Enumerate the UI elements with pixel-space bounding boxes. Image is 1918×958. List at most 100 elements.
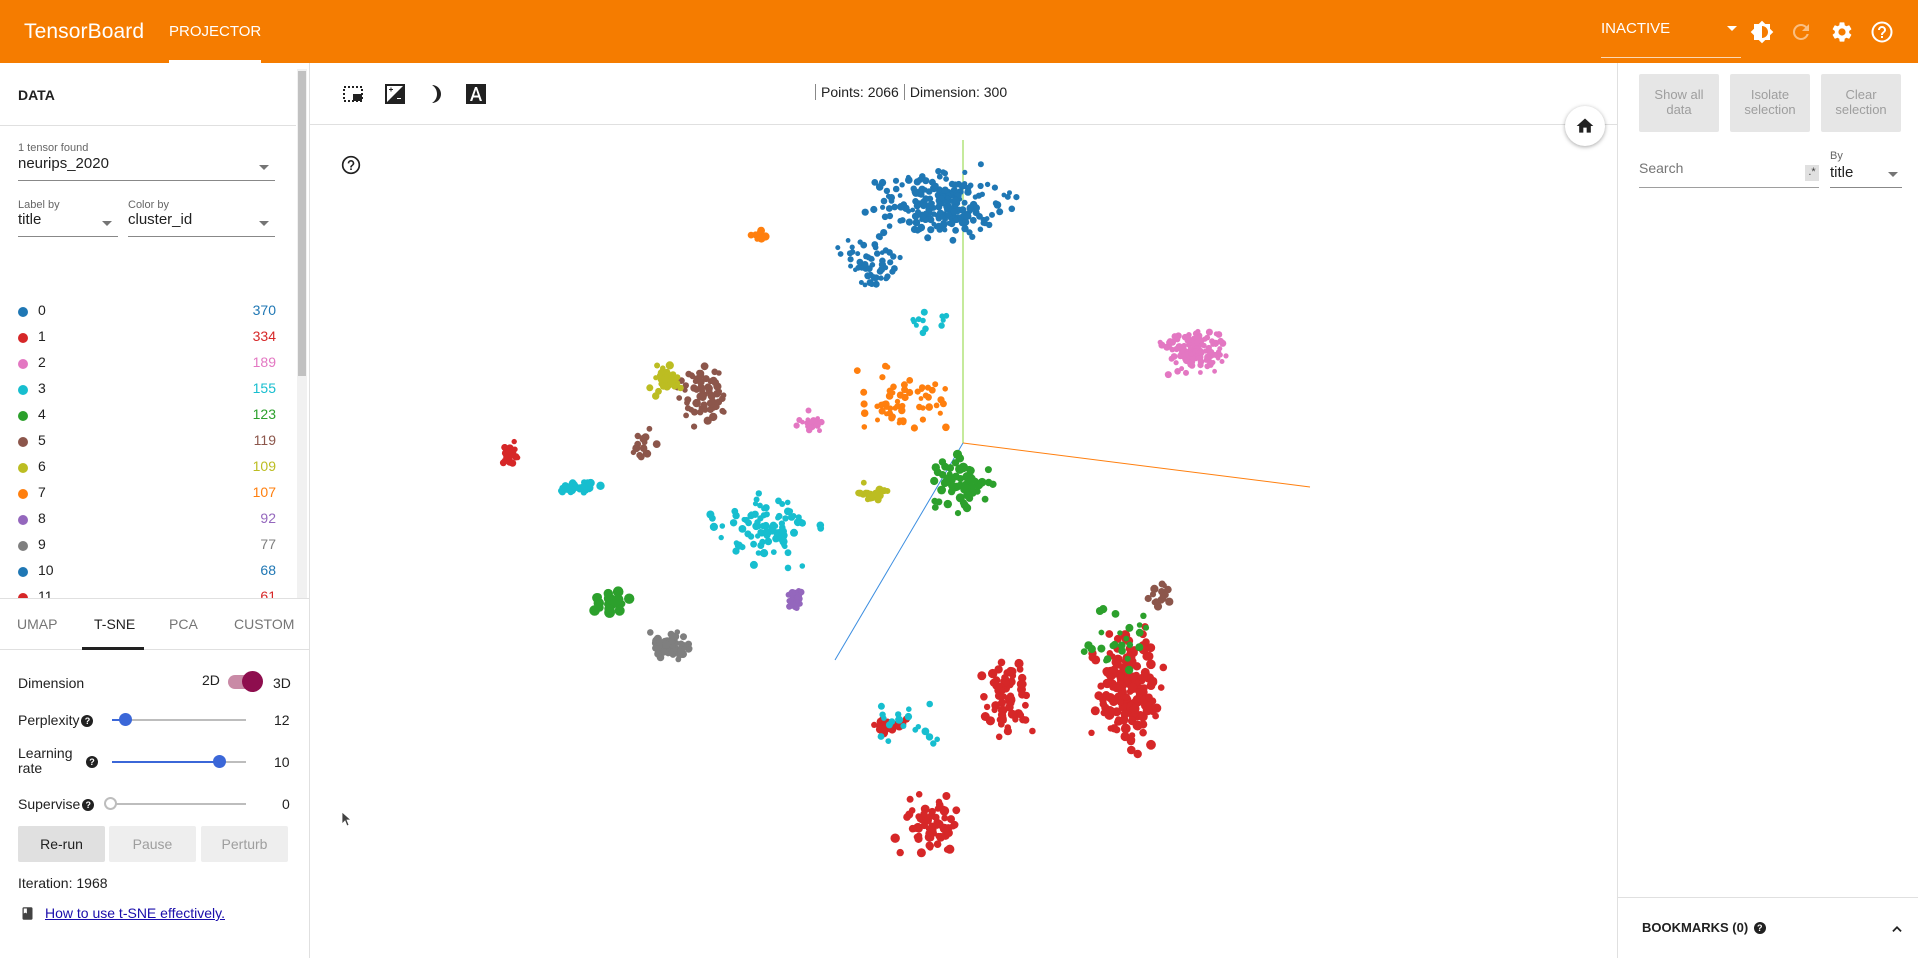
- embedding-point[interactable]: [935, 832, 942, 840]
- embedding-point[interactable]: [1157, 684, 1165, 691]
- embedding-point[interactable]: [906, 795, 914, 803]
- embedding-point[interactable]: [572, 481, 578, 488]
- embedding-point[interactable]: [861, 424, 868, 430]
- embedding-point[interactable]: [977, 671, 987, 681]
- embedding-point[interactable]: [1174, 336, 1181, 343]
- embedding-point[interactable]: [924, 234, 932, 242]
- embedding-point[interactable]: [511, 438, 517, 445]
- scrollbar-thumb[interactable]: [298, 71, 306, 376]
- embedding-point[interactable]: [914, 834, 923, 844]
- embedding-point[interactable]: [1144, 594, 1152, 603]
- embedding-point[interactable]: [763, 511, 770, 518]
- embedding-point[interactable]: [898, 406, 906, 415]
- embedding-point[interactable]: [1180, 349, 1185, 354]
- moon-icon[interactable]: [423, 82, 447, 106]
- embedding-point[interactable]: [962, 218, 970, 226]
- help-icon[interactable]: ?: [1753, 922, 1766, 934]
- embedding-point[interactable]: [933, 402, 940, 409]
- embedding-point[interactable]: [942, 792, 951, 800]
- embedding-point[interactable]: [941, 462, 949, 471]
- embedding-point[interactable]: [1173, 360, 1179, 366]
- embedding-point[interactable]: [966, 229, 973, 236]
- embedding-point[interactable]: [962, 212, 971, 220]
- embedding-point[interactable]: [1088, 653, 1097, 662]
- legend-item[interactable]: 7 107: [18, 481, 276, 507]
- embedding-point[interactable]: [892, 405, 898, 411]
- embedding-point[interactable]: [1204, 363, 1211, 370]
- embedding-point[interactable]: [935, 168, 942, 175]
- embedding-point[interactable]: [939, 214, 946, 220]
- embedding-point[interactable]: [1088, 729, 1095, 736]
- embedding-point[interactable]: [912, 198, 919, 205]
- embedding-point[interactable]: [1194, 339, 1200, 346]
- embedding-point[interactable]: [925, 188, 933, 195]
- embedding-point[interactable]: [775, 515, 781, 521]
- embedding-point[interactable]: [684, 399, 690, 406]
- embedding-point[interactable]: [896, 848, 904, 857]
- embedding-point[interactable]: [1100, 709, 1108, 717]
- embedding-point[interactable]: [753, 496, 760, 503]
- tensor-select[interactable]: neurips_2020: [18, 155, 275, 181]
- embedding-point[interactable]: [942, 227, 948, 233]
- embedding-point[interactable]: [1126, 641, 1134, 649]
- embedding-point[interactable]: [652, 440, 661, 448]
- embedding-point[interactable]: [1140, 667, 1150, 677]
- embedding-point[interactable]: [757, 226, 765, 235]
- embedding-point[interactable]: [646, 384, 654, 392]
- embedding-point[interactable]: [718, 534, 724, 541]
- embedding-point[interactable]: [657, 369, 665, 376]
- embedding-point[interactable]: [787, 513, 796, 521]
- legend-item[interactable]: 1 334: [18, 325, 276, 351]
- embedding-point[interactable]: [654, 650, 662, 658]
- bookmarks-section[interactable]: BOOKMARKS (0) ?: [1618, 897, 1918, 958]
- embedding-point[interactable]: [754, 519, 761, 526]
- embedding-point[interactable]: [1188, 352, 1194, 357]
- embedding-point[interactable]: [1098, 629, 1105, 636]
- search-input[interactable]: Search: [1639, 160, 1819, 188]
- embedding-point[interactable]: [782, 515, 789, 522]
- regex-toggle-icon[interactable]: .*: [1805, 165, 1819, 181]
- embedding-point[interactable]: [984, 181, 991, 188]
- embedding-point[interactable]: [1122, 694, 1130, 701]
- embedding-point[interactable]: [1198, 350, 1205, 356]
- embedding-point[interactable]: [897, 203, 905, 211]
- embedding-point[interactable]: [897, 193, 903, 198]
- embedding-point[interactable]: [784, 499, 791, 506]
- embedding-point[interactable]: [983, 703, 991, 711]
- embedding-point[interactable]: [915, 791, 923, 798]
- refresh-icon[interactable]: [1789, 20, 1813, 44]
- embedding-point[interactable]: [697, 369, 705, 377]
- embedding-point[interactable]: [847, 256, 854, 263]
- embedding-point[interactable]: [903, 813, 911, 821]
- embedding-point[interactable]: [860, 241, 868, 249]
- embedding-point[interactable]: [750, 540, 757, 548]
- embedding-point[interactable]: [945, 211, 952, 218]
- embedding-point[interactable]: [1080, 648, 1088, 655]
- embedding-point[interactable]: [806, 426, 813, 434]
- embedding-point[interactable]: [969, 216, 977, 224]
- embedding-point[interactable]: [895, 715, 904, 724]
- embedding-point[interactable]: [594, 593, 602, 602]
- embedding-point[interactable]: [1153, 598, 1159, 605]
- embedding-point[interactable]: [1183, 369, 1189, 376]
- embedding-point[interactable]: [874, 250, 881, 257]
- embedding-point[interactable]: [749, 560, 758, 569]
- embedding-point[interactable]: [1166, 338, 1174, 345]
- embedding-point[interactable]: [879, 711, 886, 718]
- embedding-point[interactable]: [1146, 739, 1156, 750]
- embedding-point[interactable]: [958, 182, 966, 190]
- embedding-point[interactable]: [784, 549, 792, 557]
- embedding-point[interactable]: [677, 384, 684, 392]
- embedding-point[interactable]: [991, 706, 998, 714]
- embedding-point[interactable]: [1111, 610, 1120, 618]
- embedding-point[interactable]: [680, 633, 687, 641]
- embedding-point[interactable]: [1097, 644, 1106, 653]
- embedding-point[interactable]: [972, 194, 978, 200]
- pause-button[interactable]: Pause: [109, 826, 196, 862]
- embedding-point[interactable]: [1136, 622, 1143, 628]
- embedding-point[interactable]: [1107, 725, 1114, 732]
- embedding-point[interactable]: [1127, 682, 1138, 692]
- embedding-point[interactable]: [1142, 705, 1153, 716]
- embedding-point[interactable]: [915, 209, 921, 215]
- embedding-point[interactable]: [947, 815, 955, 824]
